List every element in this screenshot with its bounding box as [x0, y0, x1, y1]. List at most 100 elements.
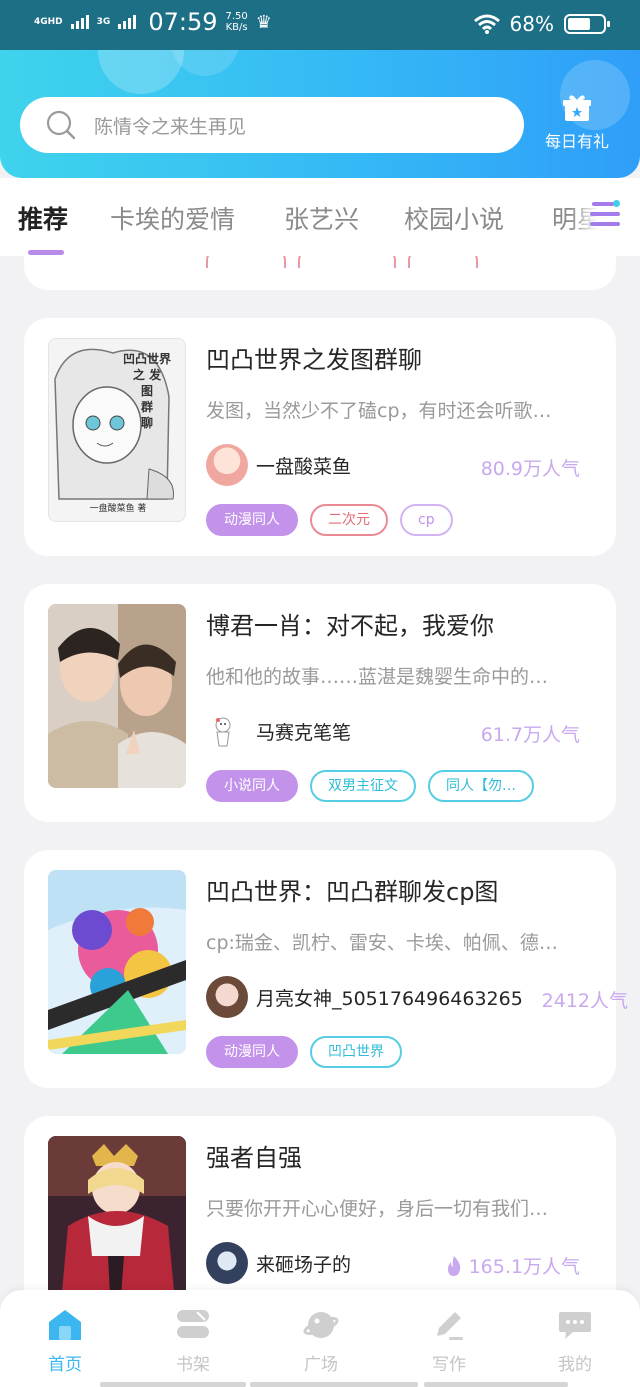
speed-unit: KB/s — [225, 22, 248, 33]
bookshelf-icon — [177, 1310, 209, 1338]
home-icon — [49, 1310, 81, 1340]
cover-text: 之 发 — [132, 368, 162, 382]
cover-author: 一盘酸菜鱼 著 — [89, 504, 147, 514]
tag-list: 动漫同人 二次元 cp — [206, 504, 453, 536]
nav-home-label: 首页 — [48, 1355, 82, 1375]
daily-gift-label: 每日有礼 — [544, 132, 609, 151]
story-description: 发图，当然少不了磕cp，有时还会听歌… — [206, 400, 552, 422]
tag-acg[interactable]: 二次元 — [310, 504, 388, 536]
story-description: cp:瑞金、凯柠、雷安、卡埃、帕佩、德… — [206, 932, 558, 954]
search-bar[interactable]: 陈情令之来生再见 — [20, 97, 524, 153]
nav-bookshelf[interactable]: 书架 — [153, 1306, 233, 1375]
active-tab-indicator — [28, 250, 64, 255]
cover-photo — [48, 604, 186, 788]
crown-icon: ♛ — [255, 11, 272, 33]
popularity: 165.1万人气 — [445, 1252, 580, 1279]
net-speed: 7.50 KB/s — [225, 11, 247, 33]
menu-icon — [590, 222, 620, 226]
tag-aotu-world[interactable]: 凹凸世界 — [310, 1036, 402, 1068]
gesture-bar — [250, 1382, 418, 1387]
story-author[interactable]: 一盘酸菜鱼 — [206, 444, 351, 486]
author-name: 马赛克笔笔 — [256, 721, 352, 744]
speed-value: 7.50 — [225, 11, 248, 22]
story-author[interactable]: 月亮女神_505176496463265 — [206, 976, 523, 1018]
menu-icon — [590, 212, 620, 216]
signal-icon — [118, 15, 137, 29]
popularity-count: 2412人气 — [541, 990, 628, 1012]
tag-novel-fanfic[interactable]: 小说同人 — [206, 770, 298, 802]
story-title[interactable]: 凹凸世界：凹凸群聊发cp图 — [206, 872, 498, 907]
wifi-icon — [473, 14, 500, 34]
tag-anime-fanfic[interactable]: 动漫同人 — [206, 1036, 298, 1068]
gesture-bar — [424, 1382, 568, 1387]
signal-icon — [70, 15, 89, 29]
flame-icon — [447, 1255, 460, 1276]
tab-recommend[interactable]: 推荐 — [18, 200, 68, 236]
search-placeholder: 陈情令之来生再见 — [94, 115, 247, 138]
story-card[interactable]: 凹凸世界：凹凸群聊发cp图 cp:瑞金、凯柠、雷安、卡埃、帕佩、德… 月亮女神_… — [24, 850, 628, 1088]
gesture-bar — [100, 1382, 246, 1387]
nav-bookshelf-label: 书架 — [176, 1355, 210, 1375]
battery-icon — [564, 14, 610, 34]
status-bar: 4GHD 3G 07:59 7.50 KB/s ♛ 68% — [0, 0, 640, 50]
story-author[interactable]: 来砸场子的 — [206, 1242, 351, 1284]
avatar[interactable] — [206, 710, 248, 752]
cover-title: 凹凸世界 之 发 图 群 聊 — [107, 351, 185, 431]
header: 4GHD 3G 07:59 7.50 KB/s ♛ 68% 陈情令之来生再见 每… — [0, 0, 640, 178]
story-card[interactable]: 博君一肖：对不起，我爱你 他和他的故事……蓝湛是魏婴生命中的… 马赛克笔笔 61… — [24, 584, 616, 822]
tabs-menu-button[interactable] — [570, 178, 640, 256]
nav-write-label: 写作 — [432, 1355, 466, 1375]
tab-campus-novel[interactable]: 校园小说 — [404, 200, 504, 236]
tab-zhang-yixing[interactable]: 张艺兴 — [284, 200, 359, 236]
author-name: 来砸场子的 — [256, 1253, 352, 1276]
battery-level — [568, 18, 590, 30]
menu-icon — [592, 202, 614, 206]
battery-percent: 68% — [509, 12, 554, 36]
gift-icon — [563, 95, 591, 121]
planet-icon — [303, 1312, 339, 1338]
nav-me-label: 我的 — [558, 1355, 592, 1375]
bottom-nav: 首页 书架 广场 写作 我的 — [0, 1290, 640, 1387]
search-icon — [46, 110, 76, 140]
pen-icon — [437, 1312, 463, 1340]
popularity-count: 61.7万人气 — [480, 724, 580, 746]
tag-anime-fanfic[interactable]: 动漫同人 — [206, 504, 298, 536]
tag-cp[interactable]: cp — [400, 504, 453, 536]
tag-list: 小说同人 双男主征文 同人【勿… — [206, 770, 534, 802]
story-card[interactable]: 凹凸世界 之 发 图 群 聊 一盘酸菜鱼 著 凹凸世界之发图群聊 发图，当然少不… — [24, 318, 616, 556]
tag-fanfic-more[interactable]: 同人【勿… — [428, 770, 534, 802]
avatar-illustration — [215, 717, 231, 747]
story-title[interactable]: 凹凸世界之发图群聊 — [206, 340, 422, 375]
network-label: 4GHD — [34, 16, 63, 27]
tab-kaai-love[interactable]: 卡埃的爱情 — [110, 200, 235, 236]
author-name: 一盘酸菜鱼 — [256, 455, 352, 478]
notification-dot — [613, 200, 620, 207]
story-cover[interactable]: 凹凸世界 之 发 图 群 聊 一盘酸菜鱼 著 — [48, 338, 186, 522]
nav-plaza[interactable]: 广场 — [281, 1306, 361, 1375]
story-title[interactable]: 博君一肖：对不起，我爱你 — [206, 606, 494, 641]
clock: 07:59 — [148, 8, 218, 36]
story-title[interactable]: 强者自强 — [206, 1138, 302, 1173]
nav-me[interactable]: 我的 — [535, 1306, 615, 1375]
nav-write[interactable]: 写作 — [409, 1306, 489, 1375]
story-cover[interactable] — [48, 870, 186, 1054]
story-author[interactable]: 马赛克笔笔 — [206, 710, 351, 752]
cover-text: 聊 — [140, 416, 153, 430]
daily-gift-button[interactable]: 每日有礼 — [540, 94, 614, 152]
story-description: 他和他的故事……蓝湛是魏婴生命中的… — [206, 666, 549, 688]
avatar[interactable] — [206, 1242, 248, 1284]
popularity-count: 165.1万人气 — [468, 1256, 580, 1278]
tag-bl-contest[interactable]: 双男主征文 — [310, 770, 416, 802]
cover-illustration — [48, 870, 186, 1054]
avatar[interactable] — [206, 976, 248, 1018]
author-name: 月亮女神_505176496463265 — [256, 987, 523, 1010]
tag-list: 动漫同人 凹凸世界 — [206, 1036, 402, 1068]
nav-home[interactable]: 首页 — [25, 1306, 105, 1375]
popularity-count: 80.9万人气 — [480, 458, 580, 480]
cover-text: 图 — [140, 384, 153, 398]
story-cover[interactable] — [48, 604, 186, 788]
category-tabs: 推荐 卡埃的爱情 张艺兴 校园小说 明星 — [0, 178, 640, 256]
nav-plaza-label: 广场 — [304, 1355, 338, 1375]
cover-text: 群 — [140, 400, 153, 414]
avatar[interactable] — [206, 444, 248, 486]
